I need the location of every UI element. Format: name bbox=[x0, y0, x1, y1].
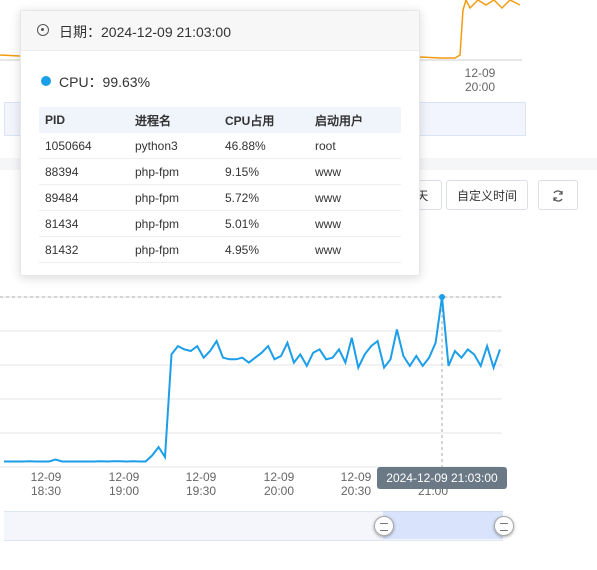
x-tick-label: 12-09 19:00 bbox=[94, 470, 154, 498]
top-tick-label: 12-09 20:00 bbox=[450, 66, 510, 94]
process-cell: php-fpm bbox=[129, 158, 219, 185]
chart-tooltip: 日期：2024-12-09 21:03:00 CPU：99.63% PID 进程… bbox=[20, 10, 420, 276]
process-cell: 4.95% bbox=[219, 236, 309, 263]
x-tick-time: 19:00 bbox=[108, 484, 140, 498]
cpu-legend-dot bbox=[41, 76, 51, 86]
x-tick-label: 12-09 19:30 bbox=[171, 470, 231, 498]
x-tick-date: 12-09 bbox=[185, 470, 217, 484]
custom-time-button[interactable]: 自定义时间 bbox=[446, 180, 528, 210]
hover-data-point bbox=[439, 294, 446, 300]
process-cell: 5.01% bbox=[219, 210, 309, 237]
process-row: 1050664 python3 46.88% root bbox=[39, 133, 401, 159]
x-tick-date: 12-09 bbox=[30, 470, 62, 484]
process-cell: php-fpm bbox=[129, 236, 219, 263]
x-tick-time: 20:00 bbox=[263, 484, 295, 498]
refresh-button[interactable] bbox=[538, 180, 578, 210]
zoom-slider-selection[interactable] bbox=[383, 511, 503, 539]
process-cell: python3 bbox=[129, 133, 219, 159]
cpu-series-line bbox=[4, 296, 501, 463]
process-cell: 9.15% bbox=[219, 158, 309, 185]
process-cell: 46.88% bbox=[219, 133, 309, 159]
x-tick-time: 19:30 bbox=[185, 484, 217, 498]
axis-pointer-label: 2024-12-09 21:03:00 bbox=[377, 467, 507, 489]
x-tick-time: 18:30 bbox=[30, 484, 62, 498]
col-start-user: 启动用户 bbox=[309, 107, 401, 133]
zoom-handle-right[interactable] bbox=[494, 516, 514, 536]
process-cell: php-fpm bbox=[129, 184, 219, 211]
x-tick-label: 12-09 18:30 bbox=[16, 470, 76, 498]
tooltip-header: 日期：2024-12-09 21:03:00 bbox=[21, 11, 419, 51]
tooltip-date: 日期：2024-12-09 21:03:00 bbox=[59, 24, 231, 40]
process-cell: 1050664 bbox=[39, 133, 129, 159]
process-cell: www bbox=[309, 210, 401, 237]
process-cell: www bbox=[309, 158, 401, 185]
refresh-icon bbox=[553, 190, 563, 202]
x-tick-label: 12-09 20:00 bbox=[249, 470, 309, 498]
zoom-handle-left[interactable] bbox=[374, 516, 394, 536]
clock-icon bbox=[37, 24, 49, 36]
process-cell: 5.72% bbox=[219, 184, 309, 211]
col-process-name: 进程名 bbox=[129, 107, 219, 133]
process-row: 81434 php-fpm 5.01% www bbox=[39, 210, 401, 237]
process-table-header: PID 进程名 CPU占用 启动用户 bbox=[39, 107, 401, 133]
process-cell: root bbox=[309, 133, 401, 159]
x-tick-date: 12-09 bbox=[263, 470, 295, 484]
process-cell: 81432 bbox=[39, 236, 129, 263]
tooltip-cpu-value: CPU：99.63% bbox=[59, 74, 151, 90]
process-row: 89484 php-fpm 5.72% www bbox=[39, 184, 401, 211]
process-cell: www bbox=[309, 184, 401, 211]
x-tick-date: 12-09 bbox=[108, 470, 140, 484]
col-cpu-usage: CPU占用 bbox=[219, 107, 309, 133]
process-row: 88394 php-fpm 9.15% www bbox=[39, 158, 401, 185]
process-row: 81432 php-fpm 4.95% www bbox=[39, 236, 401, 263]
process-table: PID 进程名 CPU占用 启动用户 1050664 python3 46.88% r… bbox=[39, 107, 401, 263]
top-tick-time: 20:00 bbox=[464, 80, 496, 94]
process-cell: 88394 bbox=[39, 158, 129, 185]
chart-gridlines bbox=[0, 296, 502, 468]
process-cell: php-fpm bbox=[129, 210, 219, 237]
process-cell: www bbox=[309, 236, 401, 263]
process-cell: 81434 bbox=[39, 210, 129, 237]
process-cell: 89484 bbox=[39, 184, 129, 211]
top-tick-date: 12-09 bbox=[464, 66, 496, 80]
col-pid: PID bbox=[39, 107, 129, 133]
